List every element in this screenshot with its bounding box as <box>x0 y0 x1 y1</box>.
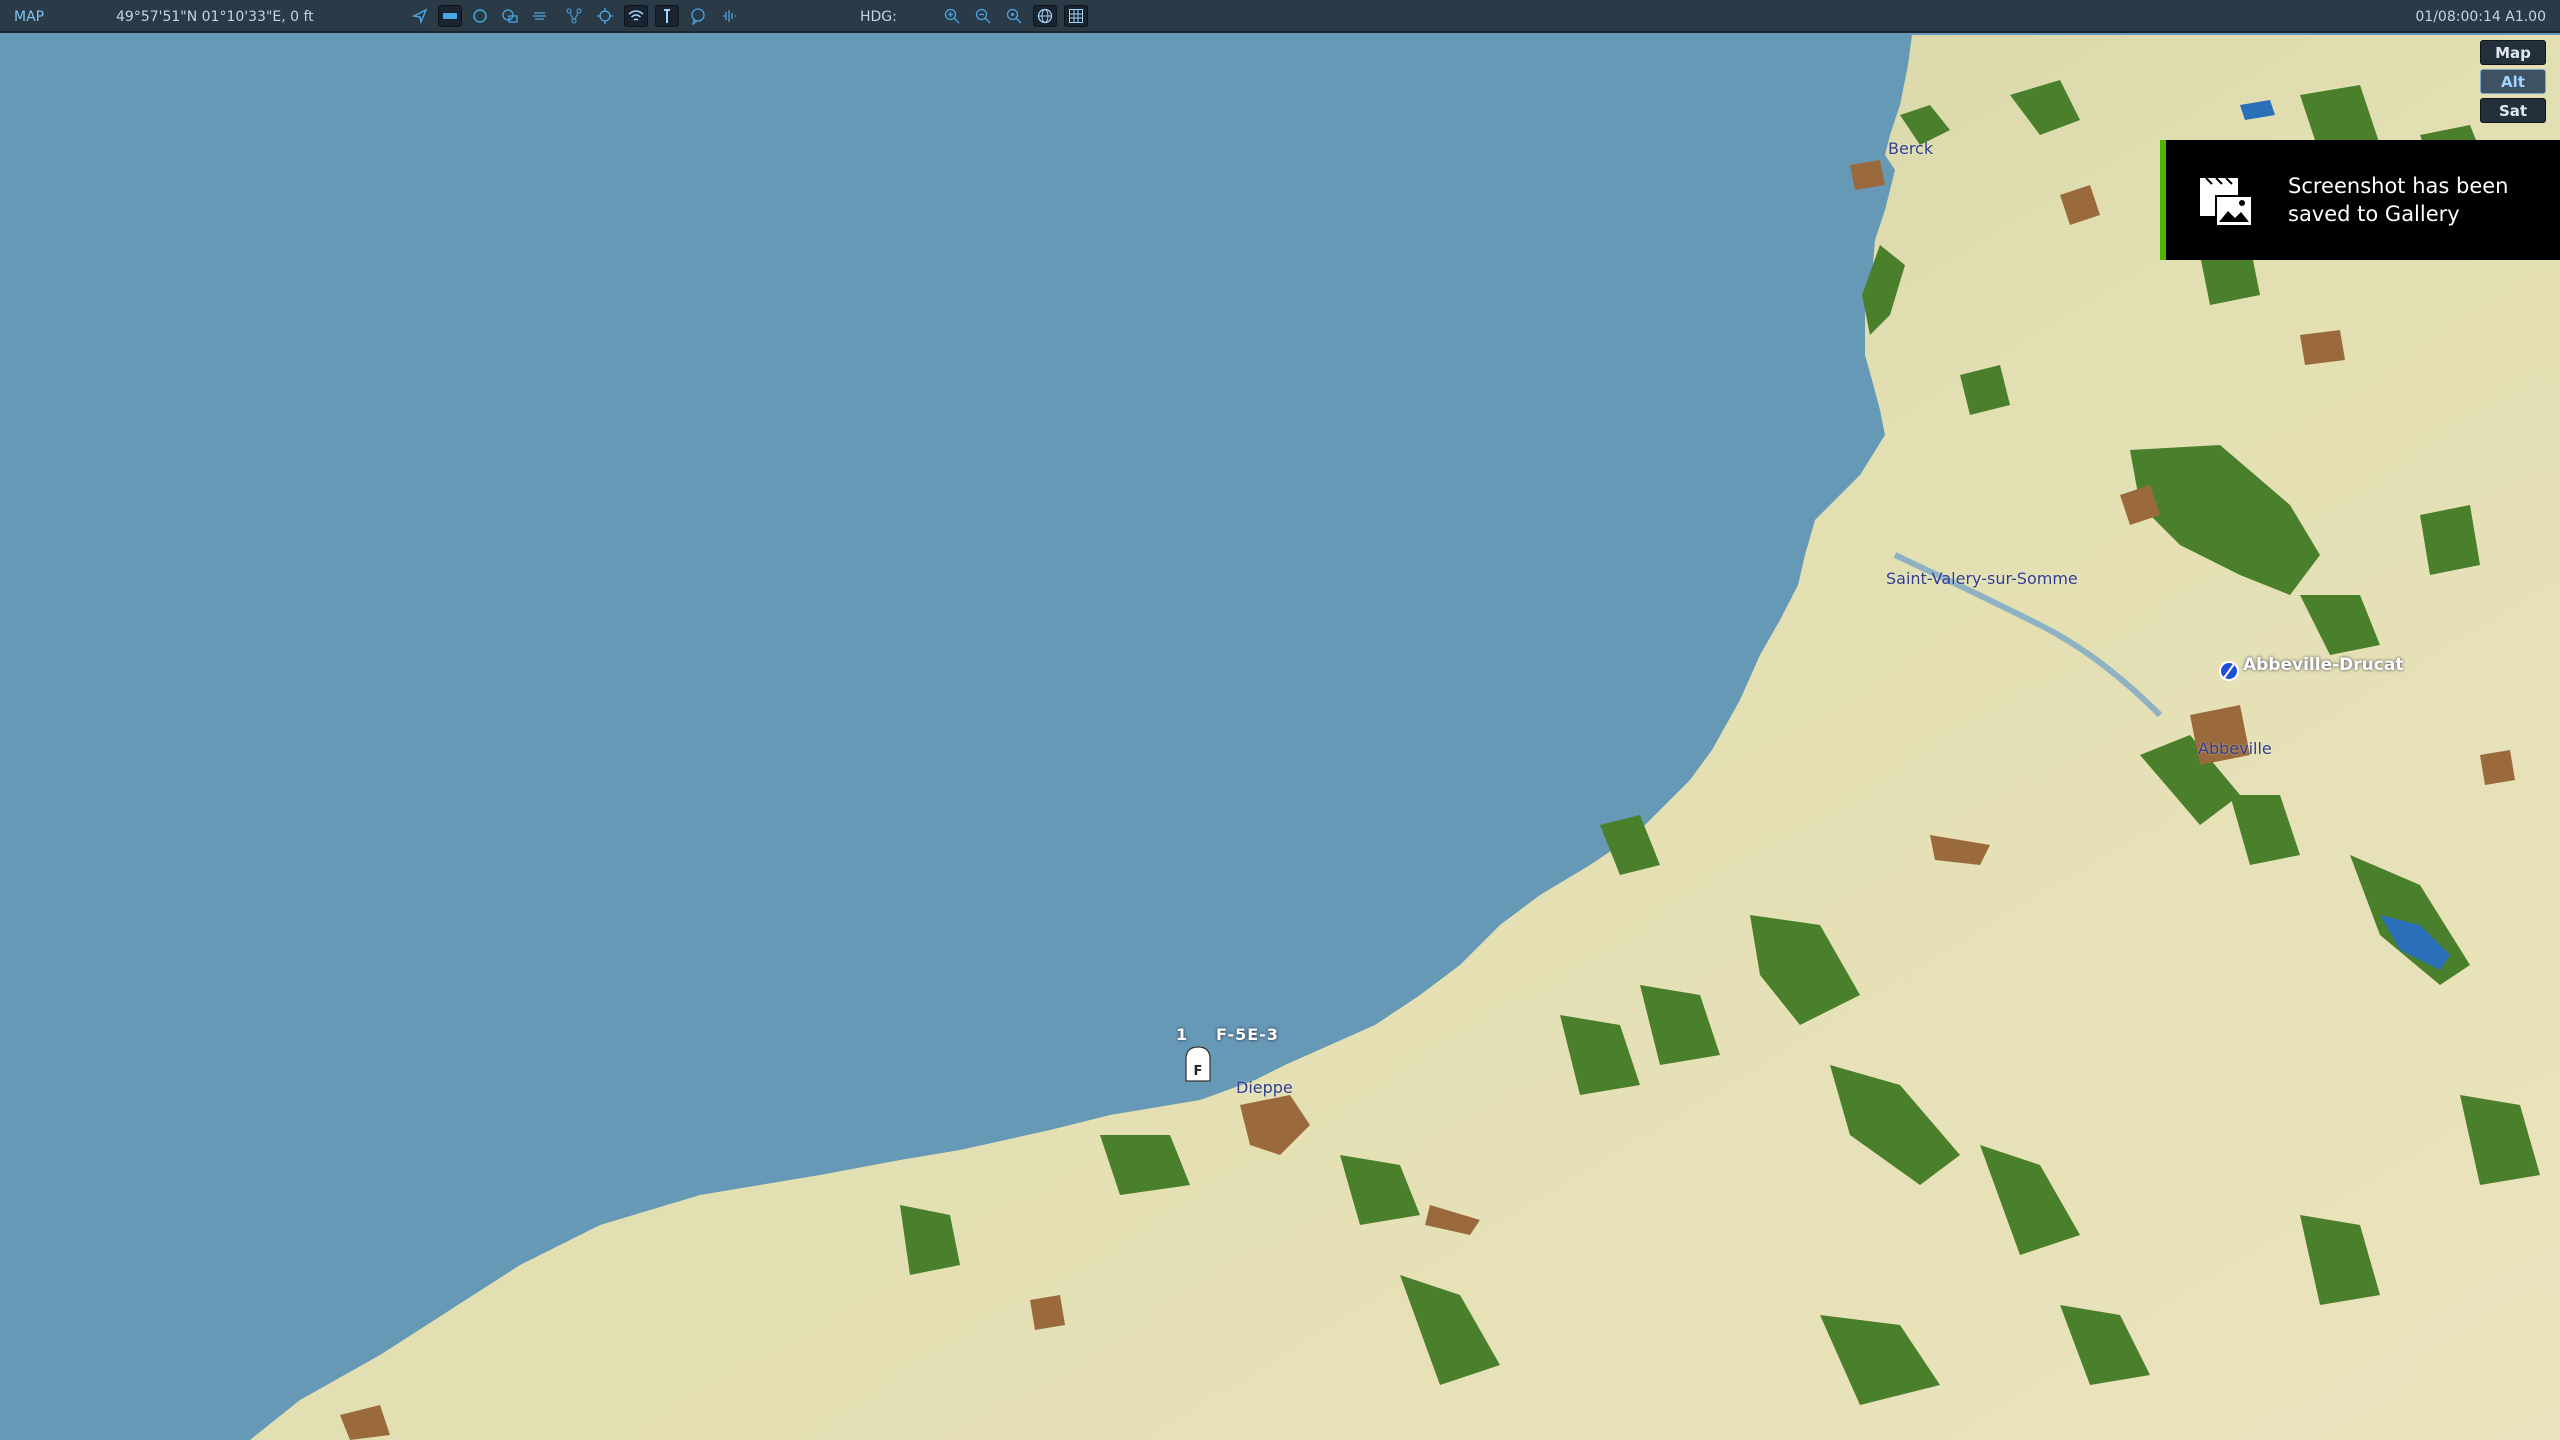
network-icon[interactable] <box>562 5 586 27</box>
screenshot-toast: Screenshot has been saved to Gallery <box>2160 140 2560 260</box>
chat-icon[interactable] <box>686 5 710 27</box>
view-mode-label[interactable]: MAP <box>14 9 44 25</box>
cursor-coordinates: 49°57'51"N 01°10'33"E, 0 ft <box>116 9 314 25</box>
navigation-arrow-icon[interactable] <box>408 5 432 27</box>
heading-readout: HDG: <box>860 9 897 25</box>
svg-text:F: F <box>1194 1064 1203 1079</box>
toast-message: Screenshot has been saved to Gallery <box>2288 174 2509 226</box>
tower-icon[interactable] <box>655 5 679 27</box>
map-layer-button[interactable]: Map <box>2480 40 2546 65</box>
zoom-in-icon[interactable] <box>940 5 964 27</box>
layers-icon[interactable] <box>498 5 522 27</box>
airfield-label[interactable]: Abbeville-Drucat <box>2243 655 2403 675</box>
sat-layer-button[interactable]: Sat <box>2480 98 2546 123</box>
town-label-saint-valery: Saint-Valery-sur-Somme <box>1886 569 2078 588</box>
circle-icon[interactable] <box>468 5 492 27</box>
map-layer-switcher: Map Alt Sat <box>2480 40 2548 127</box>
globe-icon[interactable] <box>1033 5 1057 27</box>
unit-label[interactable]: F-5E-3 <box>1216 1025 1279 1044</box>
gallery-icon <box>2200 177 2253 227</box>
tag-icon[interactable] <box>438 5 462 27</box>
wind-icon[interactable] <box>528 5 552 27</box>
audio-icon[interactable] <box>717 5 741 27</box>
town-label-dieppe: Dieppe <box>1236 1078 1293 1097</box>
zoom-reset-icon[interactable] <box>1002 5 1026 27</box>
wifi-icon[interactable] <box>624 5 648 27</box>
zoom-out-icon[interactable] <box>971 5 995 27</box>
top-toolbar: MAP 49°57'51"N 01°10'33"E, 0 ft HDG: 01/… <box>0 0 2560 33</box>
unit-group-number: 1 <box>1176 1025 1189 1044</box>
town-label-abbeville: Abbeville <box>2198 739 2272 758</box>
grid-icon[interactable] <box>1064 5 1088 27</box>
target-icon[interactable] <box>593 5 617 27</box>
mission-time: 01/08:00:14 A1.00 <box>2415 9 2546 25</box>
alt-layer-button[interactable]: Alt <box>2480 69 2546 94</box>
town-label-berck: Berck <box>1888 139 1934 158</box>
